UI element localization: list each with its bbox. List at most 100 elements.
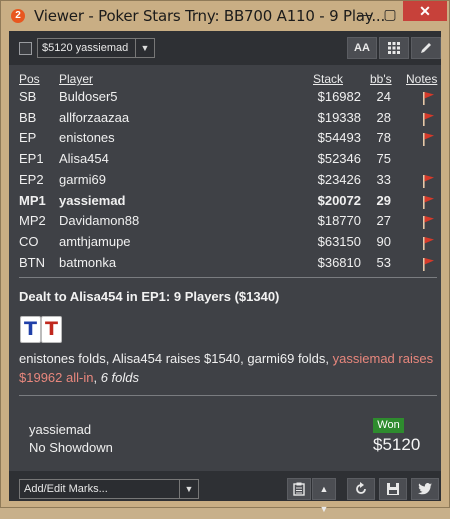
position-cell: BB: [19, 109, 37, 125]
floppy-disk-icon: [387, 483, 399, 495]
bbs-cell: 29: [376, 192, 391, 208]
note-flag-icon[interactable]: [421, 257, 435, 271]
action-text-part: enistones folds, Alisa454 raises $1540, …: [19, 351, 333, 366]
note-flag-icon[interactable]: [421, 91, 435, 105]
header-notes[interactable]: Notes: [406, 72, 437, 86]
header-pos[interactable]: Pos: [19, 72, 40, 86]
player-name-cell: Alisa454: [59, 151, 109, 167]
stack-cell: $23426: [317, 171, 361, 187]
player-select-value: $5120 yassiemad: [42, 42, 129, 54]
select-checkbox[interactable]: [19, 42, 32, 55]
notes-list-button[interactable]: [287, 478, 311, 500]
table-row[interactable]: BTN batmonka $36810 53: [9, 255, 441, 275]
pencil-icon: [421, 43, 431, 53]
table-row[interactable]: SB Buldoser5 $16982 24: [9, 89, 441, 109]
action-text: enistones folds, Alisa454 raises $1540, …: [19, 349, 435, 387]
hole-card-1: T: [20, 316, 41, 343]
sort-stepper[interactable]: ▲ ▼: [312, 478, 336, 514]
bbs-cell: 27: [376, 213, 391, 229]
note-flag-icon[interactable]: [421, 132, 435, 147]
stack-cell: $63150: [317, 233, 361, 249]
stack-cell: $52346: [317, 151, 361, 167]
note-flag-icon[interactable]: [421, 112, 435, 126]
table-row[interactable]: EP1 Alisa454 $52346 75: [9, 151, 441, 171]
position-cell: EP1: [19, 151, 44, 167]
dealt-info: Dealt to Alisa454 in EP1: 9 Players ($13…: [19, 289, 280, 304]
minimize-button[interactable]: —: [356, 6, 374, 22]
note-flag-icon[interactable]: [421, 195, 435, 209]
hole-card-2: T: [41, 316, 62, 343]
bbs-cell: 33: [376, 171, 391, 187]
chevron-down-icon[interactable]: ▼: [135, 39, 154, 57]
up-down-arrows-icon: ▲ ▼: [319, 484, 329, 514]
stack-cell: $16982: [317, 89, 361, 104]
header-player[interactable]: Player: [59, 72, 93, 86]
refresh-icon: [356, 482, 366, 494]
player-name-cell: garmi69: [59, 171, 106, 187]
clipboard-icon: [293, 482, 305, 496]
position-cell: MP1: [19, 192, 46, 208]
twitter-share-button[interactable]: [411, 478, 439, 500]
table-row[interactable]: BB allforzaazaa $19338 28: [9, 110, 441, 130]
player-name-cell: Davidamon88: [59, 213, 140, 229]
close-button[interactable]: ✕: [403, 1, 447, 21]
marks-select[interactable]: Add/Edit Marks... ▼: [19, 479, 199, 499]
title-bar[interactable]: 2 Viewer - Poker Stars Trny: BB700 A110 …: [1, 1, 449, 31]
chevron-down-icon[interactable]: ▼: [179, 480, 198, 498]
marks-select-value: Add/Edit Marks...: [24, 483, 108, 495]
save-button[interactable]: [379, 478, 407, 500]
player-name-cell: Buldoser5: [59, 89, 118, 104]
stack-cell: $36810: [317, 254, 361, 270]
position-cell: SB: [19, 89, 37, 104]
won-amount: $5120: [373, 435, 421, 454]
note-flag-icon[interactable]: [421, 174, 435, 188]
position-cell: EP: [19, 130, 37, 146]
bbs-cell: 28: [376, 109, 391, 125]
stack-cell: $20072: [317, 192, 361, 208]
action-text-part: ,: [93, 370, 101, 385]
app-logo-icon: 2: [11, 9, 25, 23]
maximize-button[interactable]: ▢: [381, 6, 399, 22]
won-badge: Won: [373, 418, 404, 433]
table-row[interactable]: EP enistones $54493 78: [9, 130, 441, 150]
stack-cell: $18770: [317, 213, 361, 229]
player-name-cell: amthjamupe: [59, 233, 131, 249]
result-player: yassiemad: [29, 422, 92, 437]
table-row[interactable]: MP1 yassiemad $20072 29: [9, 193, 441, 213]
replay-button[interactable]: [347, 478, 375, 500]
note-flag-icon[interactable]: [421, 215, 435, 230]
window-title: Viewer - Poker Stars Trny: BB700 A110 - …: [34, 7, 386, 25]
note-flag-icon[interactable]: [421, 236, 435, 250]
grid-view-button[interactable]: [379, 37, 409, 59]
top-toolbar: $5120 yassiemad ▼ AA: [9, 31, 441, 65]
bbs-cell: 53: [376, 254, 391, 270]
divider: [19, 395, 437, 396]
divider: [19, 277, 437, 278]
folds-summary: 6 folds: [100, 370, 139, 385]
player-name-cell: enistones: [59, 130, 115, 146]
header-stack[interactable]: Stack: [313, 72, 343, 86]
position-cell: BTN: [19, 254, 45, 270]
viewer-panel: $5120 yassiemad ▼ AA Pos Player Stack bb…: [9, 31, 441, 514]
table-row[interactable]: MP2 Davidamon88 $18770 27: [9, 213, 441, 233]
result-showdown: No Showdown: [29, 440, 113, 455]
twitter-bird-icon: [418, 483, 432, 495]
position-cell: CO: [19, 233, 39, 249]
table-row[interactable]: CO amthjamupe $63150 90: [9, 234, 441, 254]
player-name-cell: batmonka: [59, 254, 117, 270]
table-row[interactable]: EP2 garmi69 $23426 33: [9, 172, 441, 192]
bbs-cell: 90: [376, 233, 391, 249]
font-size-button[interactable]: AA: [347, 37, 377, 59]
bbs-cell: 75: [376, 151, 391, 167]
viewer-window: 2 Viewer - Poker Stars Trny: BB700 A110 …: [0, 0, 450, 514]
stack-cell: $54493: [317, 130, 361, 146]
player-name-cell: yassiemad: [59, 192, 126, 208]
position-cell: EP2: [19, 171, 44, 187]
player-name-cell: allforzaazaa: [59, 109, 130, 125]
font-size-icon: AA: [354, 42, 370, 54]
grid-icon: [388, 42, 400, 54]
edit-button[interactable]: [411, 37, 441, 59]
player-select[interactable]: $5120 yassiemad ▼: [37, 38, 155, 58]
header-bbs[interactable]: bb's: [370, 72, 392, 86]
bbs-cell: 78: [376, 130, 391, 146]
